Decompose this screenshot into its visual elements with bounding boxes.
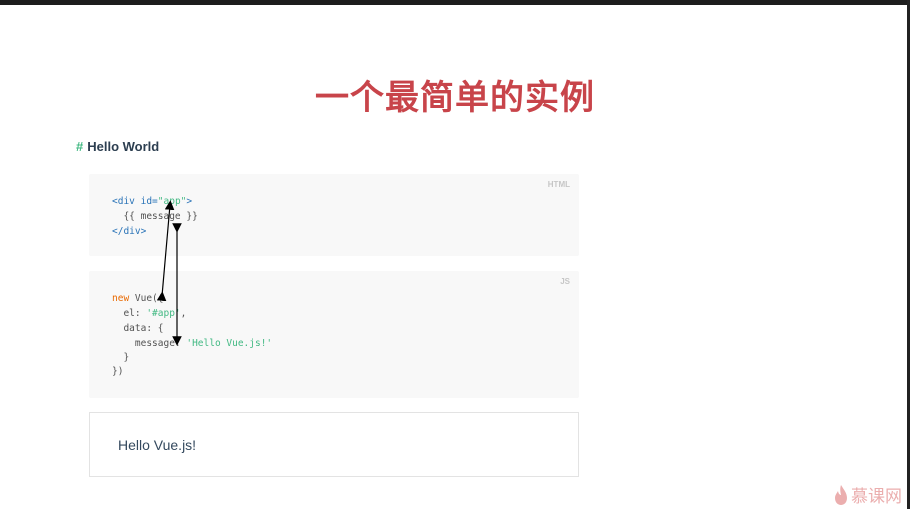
watermark-logo: 慕课网: [834, 482, 902, 507]
annotation-arrows: [156, 200, 182, 346]
arrow-app-binding: [156, 200, 175, 302]
watermark-text: 慕课网: [851, 487, 902, 507]
flame-icon: [835, 484, 847, 505]
